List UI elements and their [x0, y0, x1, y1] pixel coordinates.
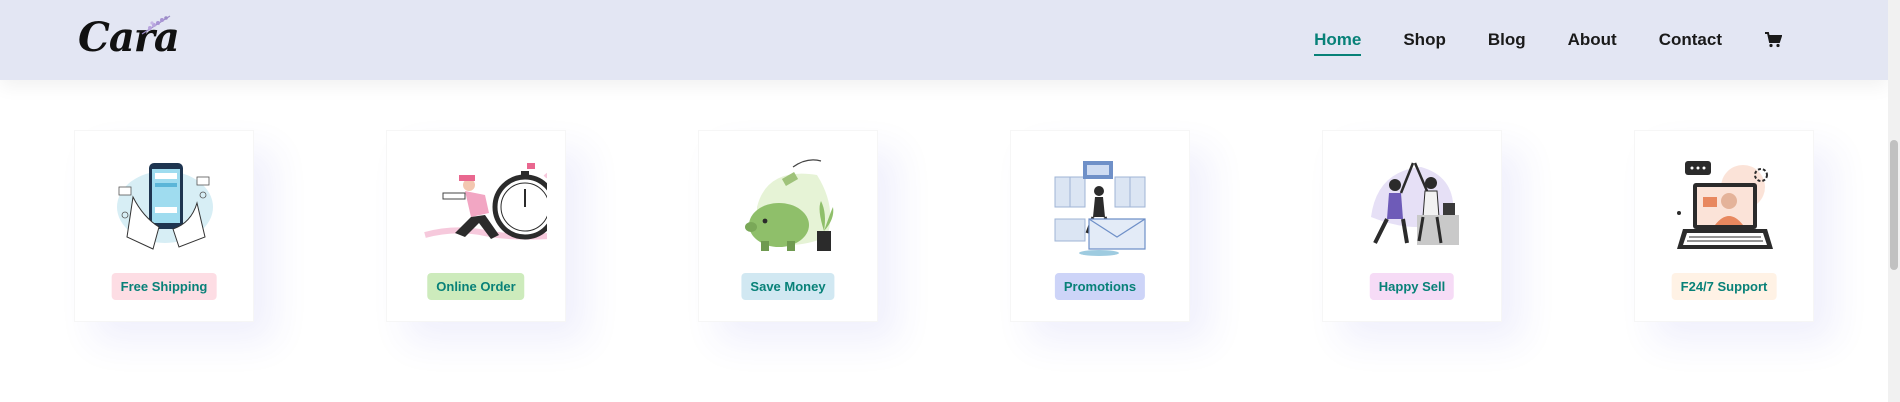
nav-contact[interactable]: Contact — [1659, 30, 1722, 50]
main-nav: Home Shop Blog About Contact — [1272, 0, 1782, 80]
feature-label: Happy Sell — [1369, 273, 1455, 300]
feature-card-free-shipping: Free Shipping — [74, 130, 254, 322]
phone-payment-icon — [117, 163, 213, 250]
stopwatch-runner-icon — [424, 163, 547, 240]
high-five-icon — [1371, 162, 1459, 245]
feature-card-happy-sell: Happy Sell — [1322, 130, 1502, 322]
nav-shop[interactable]: Shop — [1403, 30, 1446, 50]
feature-label: F24/7 Support — [1671, 273, 1777, 300]
nav-about[interactable]: About — [1568, 30, 1617, 50]
feature-label: Online Order — [427, 273, 525, 300]
piggy-bank-icon — [745, 159, 834, 251]
site-header: Cara Home Shop Blog About Contact — [0, 0, 1888, 80]
feature-card-support: F24/7 Support — [1634, 130, 1814, 322]
nav-blog[interactable]: Blog — [1488, 30, 1526, 50]
feature-label: Save Money — [741, 273, 835, 300]
envelope-celebration-icon — [1054, 161, 1146, 256]
feature-card-save-money: Save Money — [698, 130, 878, 322]
feature-card-online-order: Online Order — [386, 130, 566, 322]
lavender-sprig-icon — [141, 15, 171, 35]
page-scrollbar[interactable] — [1888, 0, 1900, 402]
laptop-support-icon — [1677, 161, 1773, 249]
features-section: Free Shipping Online Order Save Money Pr… — [74, 130, 1814, 322]
nav-home[interactable]: Home — [1314, 30, 1362, 56]
scrollbar-thumb[interactable] — [1890, 140, 1898, 270]
feature-label: Promotions — [1054, 273, 1146, 300]
shopping-cart-icon[interactable] — [1764, 32, 1782, 48]
feature-label: Free Shipping — [111, 273, 217, 300]
feature-card-promotions: Promotions — [1010, 130, 1190, 322]
